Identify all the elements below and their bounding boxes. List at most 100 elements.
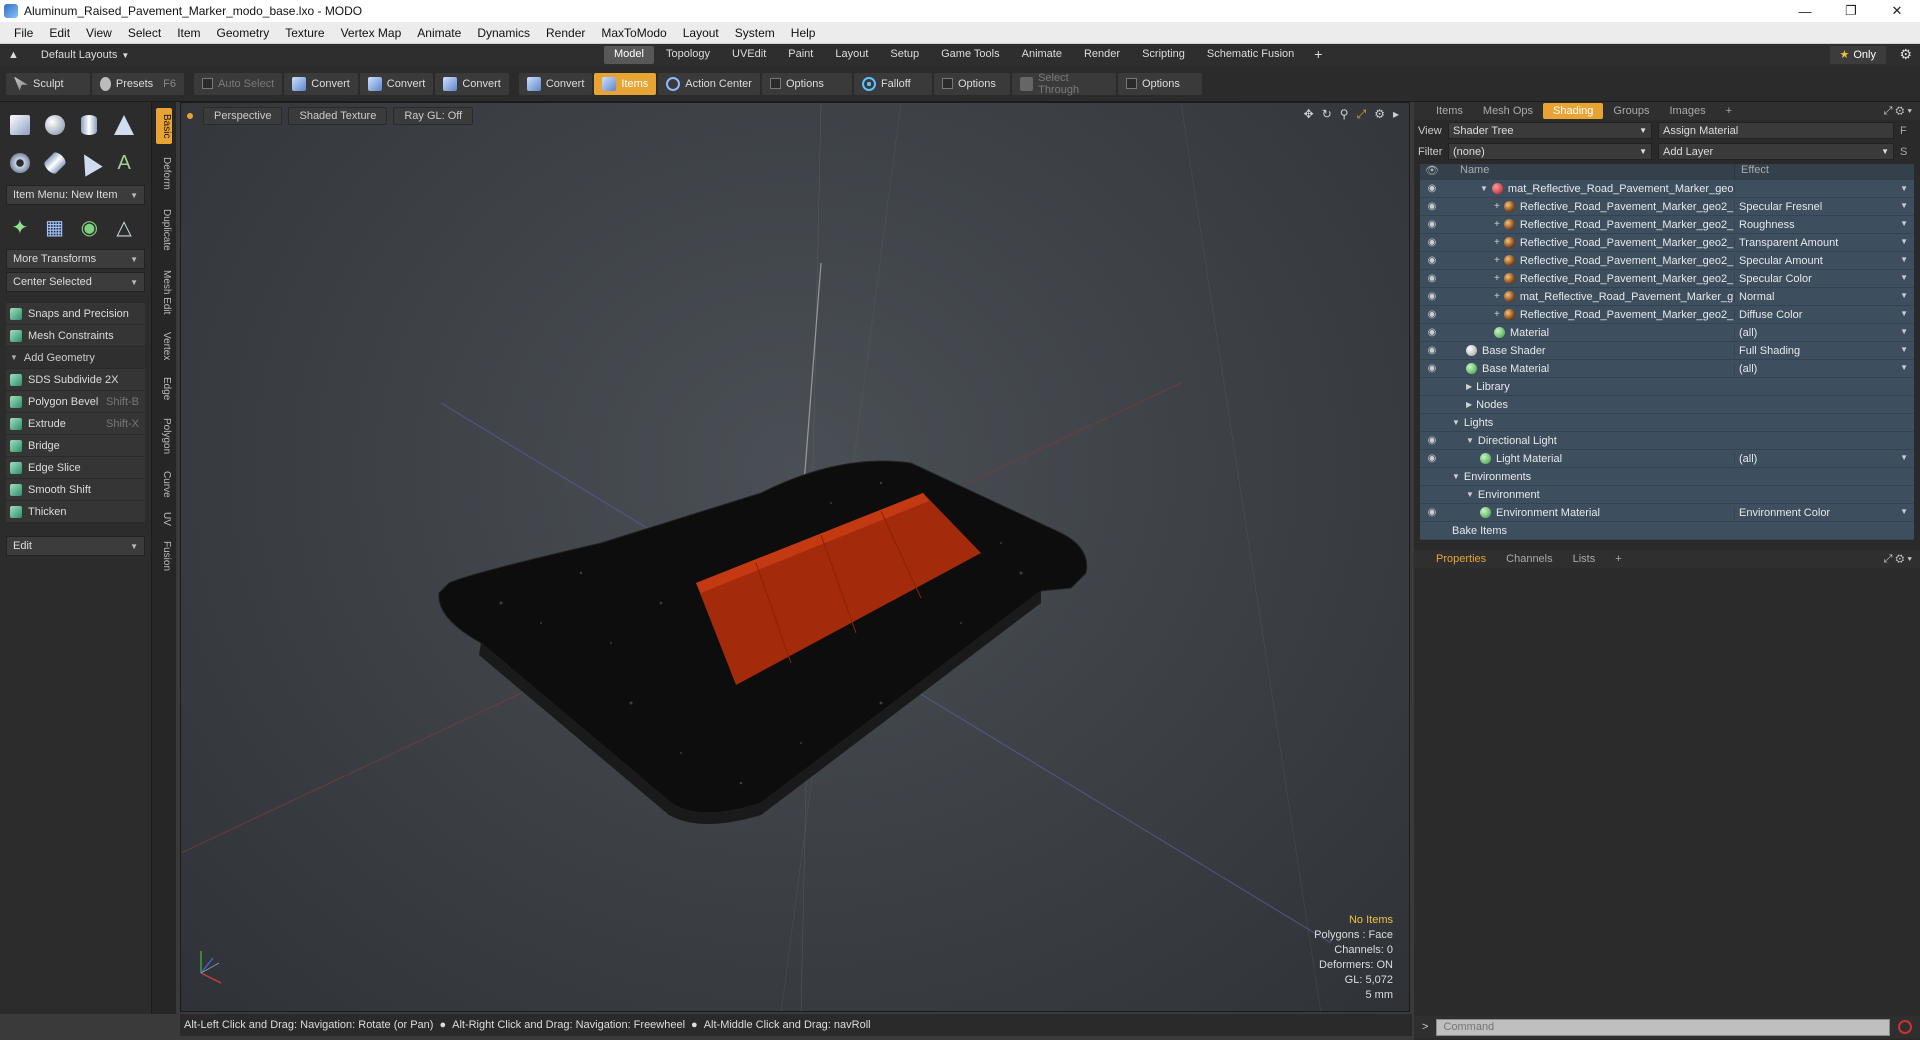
menu-maxtomodo[interactable]: MaxToModo bbox=[593, 26, 674, 40]
add-tab-icon[interactable]: + bbox=[1716, 105, 1742, 117]
add-geometry-section[interactable]: ▼ Add Geometry bbox=[6, 347, 145, 369]
shader-tree-row[interactable]: ◉ + Reflective_Road_Pavement_Marker_geo2_ … bbox=[1420, 216, 1914, 234]
shader-tree-row[interactable]: ◉ Light Material (all) ▼ bbox=[1420, 450, 1914, 468]
sphere-primitive-icon[interactable] bbox=[41, 110, 69, 140]
extrude-button[interactable]: Extrude Shift-X bbox=[6, 413, 145, 435]
tab-setup[interactable]: Setup bbox=[880, 46, 929, 64]
edge-slice-button[interactable]: Edge Slice bbox=[6, 457, 145, 479]
eye-icon[interactable]: ◉ bbox=[1420, 453, 1444, 464]
shader-tree-row[interactable]: ◉ + Reflective_Road_Pavement_Marker_geo2_ … bbox=[1420, 252, 1914, 270]
command-input[interactable] bbox=[1436, 1018, 1891, 1036]
eye-icon[interactable]: ◉ bbox=[1420, 273, 1444, 284]
convert-polygons-button[interactable]: Convert bbox=[435, 72, 509, 95]
only-toggle[interactable]: ★ Only bbox=[1829, 46, 1886, 64]
eye-icon[interactable]: ◉ bbox=[1420, 201, 1444, 212]
name-column-header[interactable]: Name bbox=[1444, 164, 1734, 180]
vtab-mesh-edit[interactable]: Mesh Edit bbox=[156, 264, 172, 320]
falloff-button[interactable]: Falloff bbox=[853, 72, 932, 95]
vtab-curve[interactable]: Curve bbox=[156, 466, 172, 502]
menu-help[interactable]: Help bbox=[783, 26, 824, 40]
mesh-constraints-button[interactable]: Mesh Constraints bbox=[6, 325, 145, 347]
shader-tree-row[interactable]: ◉ Base Material (all) ▼ bbox=[1420, 360, 1914, 378]
effect-cell[interactable]: (all) ▼ bbox=[1734, 362, 1914, 375]
polygon-bevel-button[interactable]: Polygon Bevel Shift-B bbox=[6, 391, 145, 413]
tab-channels[interactable]: Channels bbox=[1496, 553, 1562, 565]
cube-primitive-icon[interactable] bbox=[6, 110, 34, 140]
f-key-icon[interactable]: F bbox=[1900, 125, 1907, 137]
tab-mesh-ops[interactable]: Mesh Ops bbox=[1473, 105, 1543, 117]
tab-items[interactable]: Items bbox=[1426, 105, 1473, 117]
center-selected-dropdown[interactable]: Center Selected ▼ bbox=[6, 272, 145, 292]
vtab-edge[interactable]: Edge bbox=[156, 372, 172, 406]
shader-tree-row[interactable]: ▼ Environment bbox=[1420, 486, 1914, 504]
vtab-basic[interactable]: Basic bbox=[156, 108, 172, 144]
zoom-icon[interactable]: ⚲ bbox=[1340, 107, 1349, 122]
tab-properties[interactable]: Properties bbox=[1426, 553, 1496, 565]
menu-file[interactable]: File bbox=[6, 26, 41, 40]
expand-triangle-icon[interactable]: ▼ bbox=[1466, 436, 1474, 445]
shader-tree-row[interactable]: ▶ Library bbox=[1420, 378, 1914, 396]
tab-topology[interactable]: Topology bbox=[656, 46, 720, 64]
tab-images[interactable]: Images bbox=[1660, 105, 1716, 117]
restore-icon[interactable]: ❐ bbox=[1828, 0, 1874, 22]
convert-items-button[interactable]: Convert bbox=[518, 72, 593, 95]
effect-cell[interactable]: Specular Color ▼ bbox=[1734, 272, 1914, 285]
s-key-icon[interactable]: S bbox=[1900, 146, 1907, 158]
falloff-options-button[interactable]: Options bbox=[933, 72, 1010, 95]
gear-icon[interactable]: ⚙ bbox=[1899, 46, 1912, 63]
convert-vertices-button[interactable]: Convert bbox=[284, 72, 358, 95]
cone-primitive-icon[interactable] bbox=[110, 110, 138, 140]
menu-system[interactable]: System bbox=[727, 26, 783, 40]
tab-lists[interactable]: Lists bbox=[1563, 553, 1606, 565]
expand-plus-icon[interactable]: + bbox=[1494, 219, 1500, 230]
menu-animate[interactable]: Animate bbox=[409, 26, 469, 40]
items-mode-button[interactable]: Items bbox=[594, 72, 657, 95]
collapsed-triangle-icon[interactable]: ▶ bbox=[1466, 382, 1472, 391]
fit-icon[interactable]: ⤢ bbox=[1357, 107, 1367, 122]
collapsed-triangle-icon[interactable]: ▶ bbox=[1466, 400, 1472, 409]
menu-view[interactable]: View bbox=[78, 26, 120, 40]
effect-cell[interactable]: Environment Color ▼ bbox=[1734, 506, 1914, 519]
shader-tree-row[interactable]: ◉ + Reflective_Road_Pavement_Marker_geo2_ … bbox=[1420, 270, 1914, 288]
menu-item[interactable]: Item bbox=[169, 26, 208, 40]
shader-tree-row[interactable]: ◉ ▼ mat_Reflective_Road_Pavement_Marker_ge… bbox=[1420, 180, 1914, 198]
menu-vertex-map[interactable]: Vertex Map bbox=[333, 26, 410, 40]
pen-tool-icon[interactable] bbox=[75, 148, 104, 178]
menu-edit[interactable]: Edit bbox=[41, 26, 78, 40]
effect-cell[interactable]: (all) ▼ bbox=[1734, 326, 1914, 339]
panel-controls-icon[interactable]: ⤢ ⚙ ▾ bbox=[1884, 105, 1912, 118]
locator-icon[interactable]: ✦ bbox=[6, 212, 34, 242]
eye-icon[interactable]: ◉ bbox=[1420, 219, 1444, 230]
minimize-icon[interactable]: — bbox=[1782, 0, 1828, 22]
shader-tree-row[interactable]: ◉ + mat_Reflective_Road_Pavement_Marker_g … bbox=[1420, 288, 1914, 306]
auto-select-button[interactable]: Auto Select bbox=[194, 72, 283, 95]
menu-geometry[interactable]: Geometry bbox=[209, 26, 278, 40]
eye-icon[interactable]: ◉ bbox=[1420, 435, 1444, 446]
add-tab-icon[interactable]: + bbox=[1306, 46, 1330, 64]
expand-plus-icon[interactable]: + bbox=[1494, 201, 1500, 212]
filter-dropdown[interactable]: (none) ▼ bbox=[1448, 143, 1652, 160]
capsule-primitive-icon[interactable] bbox=[41, 148, 69, 178]
tab-model[interactable]: Model bbox=[604, 46, 654, 64]
eye-icon[interactable]: ◉ bbox=[1420, 255, 1444, 266]
tab-game-tools[interactable]: Game Tools bbox=[931, 46, 1010, 64]
select-through-options-button[interactable]: Options bbox=[1117, 72, 1202, 95]
3d-viewport[interactable]: Perspective Shaded Texture Ray GL: Off ✥… bbox=[180, 102, 1410, 1012]
tab-schematic-fusion[interactable]: Schematic Fusion bbox=[1197, 46, 1304, 64]
shader-tree-row[interactable]: ◉ Material (all) ▼ bbox=[1420, 324, 1914, 342]
vtab-vertex[interactable]: Vertex bbox=[156, 326, 172, 366]
expand-plus-icon[interactable]: + bbox=[1494, 309, 1500, 320]
assign-material-button[interactable]: Assign Material bbox=[1658, 122, 1894, 139]
tab-shading[interactable]: Shading bbox=[1543, 103, 1604, 119]
viewport-gear-icon[interactable]: ⚙ bbox=[1374, 107, 1385, 122]
shader-tree-row[interactable]: ▼ Lights bbox=[1420, 414, 1914, 432]
menu-layout[interactable]: Layout bbox=[675, 26, 727, 40]
expand-triangle-icon[interactable]: ▼ bbox=[1452, 472, 1460, 481]
edit-dropdown[interactable]: Edit ▼ bbox=[6, 536, 145, 556]
effect-cell[interactable]: Specular Amount ▼ bbox=[1734, 254, 1914, 267]
shader-tree-row[interactable]: ◉ Environment Material Environment Color ▼ bbox=[1420, 504, 1914, 522]
eye-icon[interactable]: ◉ bbox=[1420, 309, 1444, 320]
camera-frustum-icon[interactable]: △ bbox=[110, 212, 138, 242]
panel-controls-icon[interactable]: ⤢ ⚙ ▾ bbox=[1884, 553, 1912, 566]
thicken-button[interactable]: Thicken bbox=[6, 501, 145, 523]
